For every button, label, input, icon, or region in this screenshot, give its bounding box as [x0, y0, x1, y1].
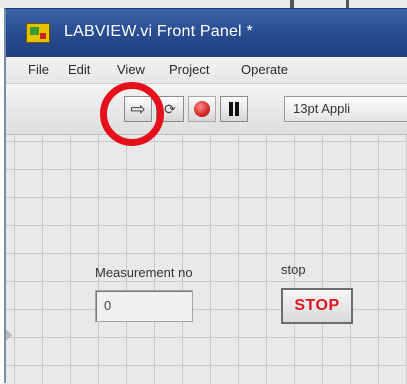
measurement-label: Measurement no — [95, 265, 193, 280]
abort-execution-button[interactable] — [188, 96, 216, 122]
menu-project[interactable]: Project — [169, 62, 209, 77]
run-continuously-button[interactable]: ⟳ — [156, 96, 184, 122]
pause-icon — [228, 102, 240, 116]
background-strip — [0, 0, 407, 8]
run-arrow-icon: ⇨ — [130, 99, 146, 119]
stop-button[interactable]: STOP — [281, 288, 353, 324]
front-panel-window: LABVIEW.vi Front Panel * File Edit View … — [4, 8, 407, 384]
abort-execution-icon — [194, 101, 210, 117]
panel-edge-marker — [6, 329, 12, 341]
font-select[interactable]: 13pt Appli — [284, 96, 407, 122]
measurement-indicator[interactable]: 0 — [95, 290, 193, 322]
menu-operate[interactable]: Operate — [241, 62, 288, 77]
menu-bar: File Edit View Project Operate — [6, 57, 407, 84]
menu-file[interactable]: File — [28, 62, 49, 77]
menu-edit[interactable]: Edit — [68, 62, 90, 77]
menu-view[interactable]: View — [117, 62, 145, 77]
run-button[interactable]: ⇨ — [124, 96, 152, 122]
window-title: LABVIEW.vi Front Panel * — [64, 23, 253, 40]
labview-vi-icon[interactable] — [26, 23, 50, 43]
pause-button[interactable] — [220, 96, 248, 122]
background-sliver — [290, 0, 294, 8]
front-panel-canvas[interactable] — [6, 135, 407, 384]
background-sliver — [346, 0, 349, 8]
stop-label: stop — [281, 262, 306, 277]
title-bar[interactable]: LABVIEW.vi Front Panel * — [6, 9, 407, 57]
toolbar: ⇨ ⟳ 13pt Appli — [6, 84, 407, 135]
run-continuously-icon: ⟳ — [164, 101, 176, 117]
